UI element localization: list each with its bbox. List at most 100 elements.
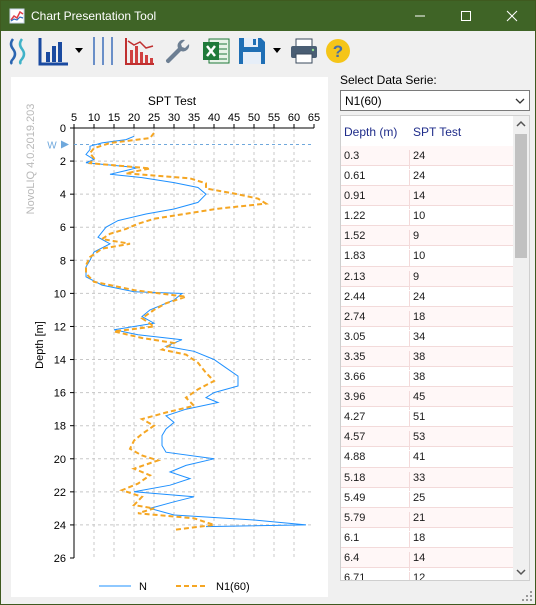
table-row[interactable]: 0.61 24 (341, 166, 515, 190)
table-row[interactable]: 1.83 10 (341, 246, 515, 270)
maximize-button[interactable] (443, 1, 489, 31)
cyclic-chart-icon (125, 38, 154, 65)
export-excel-button[interactable] (199, 35, 233, 67)
excel-icon (203, 38, 230, 64)
cell-spt[interactable]: 41 (413, 451, 425, 463)
y-tick-label: 22 (54, 487, 66, 499)
cell-spt[interactable]: 53 (413, 431, 425, 443)
table-row[interactable]: 4.57 53 (341, 427, 515, 451)
cell-spt[interactable]: 33 (413, 472, 425, 484)
x-tick-label: 45 (228, 112, 240, 124)
y-tick-label: 0 (60, 123, 66, 135)
help-button[interactable]: ? (323, 35, 353, 67)
data-grid[interactable]: Depth (m) SPT Test 0.3 24 0.61 24 0.91 14 1.22… (340, 115, 530, 581)
maximize-icon (461, 11, 471, 21)
cyclic-chart-button[interactable] (123, 35, 157, 67)
table-row[interactable]: 6.71 12 (341, 568, 515, 580)
cell-spt[interactable]: 10 (413, 210, 425, 222)
cell-spt[interactable]: 51 (413, 411, 425, 423)
settings-button[interactable] (161, 35, 193, 67)
cell-spt[interactable]: 9 (413, 230, 419, 242)
cell-spt[interactable]: 38 (413, 351, 425, 363)
y-tick-label: 20 (54, 454, 66, 466)
cell-spt[interactable]: 14 (413, 552, 425, 564)
y-tick-label: 14 (54, 355, 66, 367)
scroll-down-icon[interactable] (516, 568, 526, 576)
save-button[interactable] (235, 35, 269, 67)
table-row[interactable]: 5.79 21 (341, 507, 515, 531)
table-row[interactable]: 2.44 24 (341, 287, 515, 310)
cell-spt[interactable]: 24 (413, 150, 425, 162)
cell-spt[interactable]: 45 (413, 391, 425, 403)
chart-type-dropdown[interactable] (73, 35, 85, 67)
x-tick-label: 15 (108, 112, 120, 124)
table-row[interactable]: 3.96 45 (341, 387, 515, 411)
table-row[interactable]: 1.52 9 (341, 226, 515, 250)
scroll-thumb[interactable] (515, 134, 527, 258)
cell-spt[interactable]: 10 (413, 250, 425, 262)
table-row[interactable]: 1.22 10 (341, 206, 515, 230)
title-bar[interactable]: Chart Presentation Tool (1, 1, 535, 31)
cell-spt[interactable]: 21 (413, 512, 425, 524)
table-row[interactable]: 0.3 24 (341, 146, 515, 169)
cell-spt[interactable]: 25 (413, 492, 425, 504)
y-tick-label: 26 (54, 553, 66, 565)
liquefaction-button[interactable] (5, 35, 33, 67)
table-row[interactable]: 6.4 14 (341, 547, 515, 571)
cell-spt[interactable]: 12 (413, 572, 425, 580)
cell-spt[interactable]: 9 (413, 271, 419, 283)
table-row[interactable]: 2.74 18 (341, 306, 515, 330)
grid-scrollbar[interactable] (513, 116, 529, 580)
cell-spt[interactable]: 18 (413, 532, 425, 544)
table-row[interactable]: 5.49 25 (341, 488, 515, 511)
cell-spt[interactable]: 38 (413, 371, 425, 383)
close-icon (506, 10, 518, 22)
table-row[interactable]: 4.88 41 (341, 447, 515, 471)
resize-grip-icon[interactable] (521, 590, 533, 602)
chart-panel: 5 10 15 20 25 30 35 40 45 50 55 60 65 0 2 4 6 8 10 12 14 16 18… (11, 77, 328, 597)
minimize-button[interactable] (397, 1, 443, 31)
cell-spt[interactable]: 34 (413, 331, 425, 343)
table-row[interactable]: 4.27 51 (341, 407, 515, 431)
cell-spt[interactable]: 24 (413, 291, 425, 303)
app-window: Chart Presentation Tool ? 5 10 15 20 25 … (0, 0, 536, 605)
y-tick-label: 2 (60, 156, 66, 168)
table-row[interactable]: 3.05 34 (341, 327, 515, 350)
close-button[interactable] (489, 1, 535, 31)
save-icon (239, 38, 265, 64)
column-header-spt[interactable]: SPT Test (413, 125, 461, 139)
cell-depth[interactable]: 6.71 (344, 571, 410, 580)
x-tick-label: 20 (128, 112, 140, 124)
y-tick-label: 10 (54, 288, 66, 300)
vertical-lines-icon (93, 37, 113, 65)
table-row[interactable]: 3.35 38 (341, 346, 515, 370)
spt-chart[interactable]: 5 10 15 20 25 30 35 40 45 50 55 60 65024681012141618… (11, 77, 328, 597)
column-header-depth[interactable]: Depth (m) (344, 125, 397, 139)
app-logo-icon (9, 8, 25, 24)
cell-spt[interactable]: 24 (413, 170, 425, 182)
print-button[interactable] (287, 35, 321, 67)
x-tick-label: 40 (208, 112, 220, 124)
bar-chart-button[interactable] (37, 35, 71, 67)
bar-chart-icon (38, 38, 68, 66)
save-dropdown[interactable] (271, 35, 283, 67)
cell-spt[interactable]: 14 (413, 190, 425, 202)
table-row[interactable]: 6.1 18 (341, 528, 515, 551)
scroll-up-icon[interactable] (516, 120, 526, 128)
toolbar: ? (1, 31, 535, 71)
table-row[interactable]: 2.13 9 (341, 266, 515, 290)
table-row[interactable]: 5.18 33 (341, 467, 515, 491)
x-tick-label: 35 (188, 112, 200, 124)
y-tick-label: 24 (54, 520, 66, 532)
x-tick-label: 5 (71, 112, 77, 124)
cell-spt[interactable]: 18 (413, 311, 425, 323)
table-row[interactable]: 0.91 14 (341, 186, 515, 210)
table-row[interactable]: 3.66 38 (341, 367, 515, 391)
x-tick-label: 30 (168, 112, 180, 124)
series-select[interactable]: N1(60) (340, 90, 530, 111)
window-title: Chart Presentation Tool (31, 9, 157, 23)
help-icon: ? (326, 39, 350, 63)
vertical-lines-button[interactable] (89, 35, 117, 67)
y-tick-label: 18 (54, 421, 66, 433)
chart-title: SPT Test (148, 94, 197, 108)
